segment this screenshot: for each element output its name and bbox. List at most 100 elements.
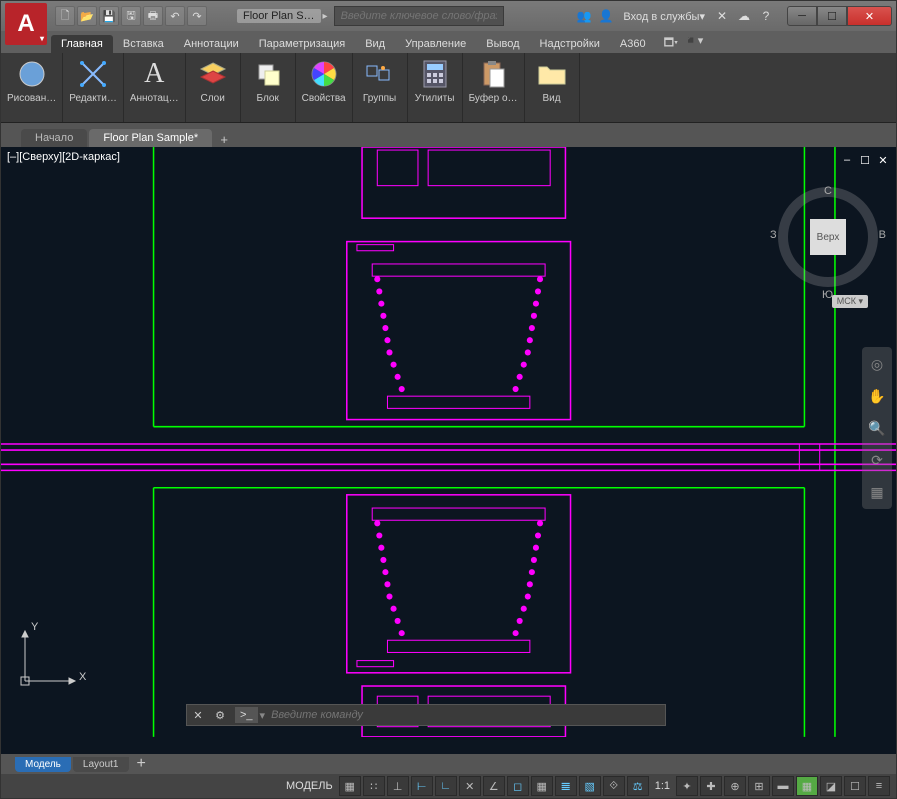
infer-constraints-toggle[interactable]: ⊥ <box>387 776 409 796</box>
qat-print-button[interactable]: 🖶 <box>143 6 163 26</box>
isolate-objects-button[interactable]: ◪ <box>820 776 842 796</box>
viewcube-west[interactable]: З <box>770 229 777 241</box>
panel-label: Блок <box>257 93 279 106</box>
viewcube-north[interactable]: С <box>824 185 832 197</box>
ribbon-tab-manage[interactable]: Управление <box>395 35 476 53</box>
cmdline-options-icon[interactable]: ⚙ <box>211 706 229 724</box>
qat-saveas-button[interactable]: 🖫 <box>121 6 141 26</box>
quick-properties-toggle[interactable]: ▬ <box>772 776 794 796</box>
help-search-input[interactable] <box>334 6 504 26</box>
signin-button[interactable]: Вход в службы▾ <box>619 10 709 23</box>
title-dropdown-icon[interactable]: ▸ <box>323 11 328 22</box>
viewcube-top-face[interactable]: Верх <box>810 219 846 255</box>
view-button[interactable] <box>531 55 573 93</box>
orbit-icon[interactable]: ⟳ <box>866 449 888 471</box>
selection-cycling-toggle[interactable]: ⟐ <box>603 776 625 796</box>
ribbon-minimize-icon[interactable]: ◾▾ <box>684 34 703 53</box>
modelspace-button[interactable]: МОДЕЛЬ <box>282 776 337 796</box>
ortho-toggle[interactable]: ∟ <box>435 776 457 796</box>
cmdline-close-icon[interactable]: ✕ <box>189 706 207 724</box>
pan-icon[interactable]: ✋ <box>866 385 888 407</box>
qat-new-button[interactable]: 🗋 <box>55 6 75 26</box>
workspace-switch-button[interactable]: ✚ <box>700 776 722 796</box>
file-tab-document[interactable]: Floor Plan Sample* <box>89 129 212 147</box>
ribbon-panel-cycle-icon[interactable]: 🗖▾ <box>664 34 679 53</box>
ribbon-tab-view[interactable]: Вид <box>355 35 395 53</box>
viewcube-east[interactable]: В <box>879 229 886 241</box>
dynamic-input-toggle[interactable]: ⊢ <box>411 776 433 796</box>
minimize-button[interactable]: ─ <box>787 6 817 26</box>
panel-clipboard: Буфер о… <box>463 53 525 122</box>
qat-redo-button[interactable]: ↷ <box>187 6 207 26</box>
qat-save-button[interactable]: 💾 <box>99 6 119 26</box>
viewcube[interactable]: Верх С Ю В З <box>778 187 878 287</box>
nav-wheel-icon[interactable]: ◎ <box>866 353 888 375</box>
modify-button[interactable] <box>72 55 114 93</box>
hardware-accel-toggle[interactable]: ▦ <box>796 776 818 796</box>
draw-button[interactable] <box>11 55 53 93</box>
properties-button[interactable] <box>303 55 345 93</box>
ribbon-tab-annotate[interactable]: Аннотации <box>174 35 249 53</box>
customize-statusbar-button[interactable]: ≡ <box>868 776 890 796</box>
lineweight-toggle[interactable]: 𝌆 <box>555 776 577 796</box>
infocenter-icon[interactable]: 👥 <box>575 7 593 25</box>
file-tab-add-button[interactable]: + <box>214 132 234 147</box>
layout-tab-model[interactable]: Модель <box>15 757 71 772</box>
maximize-button[interactable]: ☐ <box>817 6 847 26</box>
annotation-monitor-toggle[interactable]: ⊕ <box>724 776 746 796</box>
command-input[interactable] <box>265 709 665 721</box>
file-tab-strip: Начало Floor Plan Sample* + <box>1 123 896 147</box>
viewport-maximize-icon[interactable]: ☐ <box>858 153 872 167</box>
annotation-visibility-toggle[interactable]: ✦ <box>676 776 698 796</box>
viewport-label[interactable]: [–][Сверху][2D-каркас] <box>7 151 120 163</box>
file-tab-start[interactable]: Начало <box>21 129 87 147</box>
units-button[interactable]: ⊞ <box>748 776 770 796</box>
polar-toggle[interactable]: ✕ <box>459 776 481 796</box>
scale-button[interactable]: 1:1 <box>651 776 674 796</box>
clipboard-button[interactable] <box>472 55 514 93</box>
snap-toggle[interactable]: ∷ <box>363 776 385 796</box>
panel-modify: Редакти… <box>63 53 124 122</box>
isodraft-toggle[interactable]: ∠ <box>483 776 505 796</box>
ribbon-tab-home[interactable]: Главная <box>51 35 113 53</box>
viewport-close-icon[interactable]: ✕ <box>876 153 890 167</box>
osnap-toggle[interactable]: ◻ <box>507 776 529 796</box>
groups-button[interactable] <box>359 55 401 93</box>
qat-open-button[interactable]: 📂 <box>77 6 97 26</box>
command-line[interactable]: ✕ ⚙ >_ ▾ <box>186 704 666 726</box>
ribbon-tab-parametric[interactable]: Параметризация <box>249 35 355 53</box>
a360-icon[interactable]: ☁ <box>735 7 753 25</box>
drawing-canvas[interactable]: [–][Сверху][2D-каркас] – ☐ ✕ Верх С Ю В … <box>1 147 896 754</box>
ribbon-tab-a360[interactable]: A360 <box>610 35 656 53</box>
block-button[interactable] <box>247 55 289 93</box>
annoscale-button[interactable]: ⚖ <box>627 776 649 796</box>
ribbon-tab-addins[interactable]: Надстройки <box>530 35 610 53</box>
layers-button[interactable] <box>192 55 234 93</box>
signin-icon[interactable]: 👤 <box>597 7 615 25</box>
viewport-minimize-icon[interactable]: – <box>840 153 854 167</box>
transparency-toggle[interactable]: ▧ <box>579 776 601 796</box>
ribbon-tab-strip: Главная Вставка Аннотации Параметризация… <box>1 31 896 53</box>
showmotion-icon[interactable]: ▦ <box>866 481 888 503</box>
exchange-icon[interactable]: ✕ <box>713 7 731 25</box>
help-icon[interactable]: ? <box>757 7 775 25</box>
zoom-icon[interactable]: 🔍 <box>866 417 888 439</box>
wcs-badge[interactable]: МСК ▾ <box>832 295 868 308</box>
3dosnap-toggle[interactable]: ▦ <box>531 776 553 796</box>
utilities-button[interactable] <box>414 55 456 93</box>
grid-toggle[interactable]: ▦ <box>339 776 361 796</box>
close-button[interactable]: ✕ <box>847 6 892 26</box>
qat-undo-button[interactable]: ↶ <box>165 6 185 26</box>
app-menu-button[interactable]: A <box>5 3 47 45</box>
panel-layers: Слои <box>186 53 241 122</box>
ribbon-tab-insert[interactable]: Вставка <box>113 35 174 53</box>
ribbon-tab-output[interactable]: Вывод <box>476 35 529 53</box>
layout-tab-layout1[interactable]: Layout1 <box>73 757 129 772</box>
panel-draw: Рисован… <box>1 53 63 122</box>
clean-screen-toggle[interactable]: ☐ <box>844 776 866 796</box>
layout-add-button[interactable]: + <box>131 755 152 773</box>
document-title: Floor Plan S… <box>237 9 321 23</box>
ucs-icon[interactable]: X Y <box>15 621 85 694</box>
annotation-button[interactable]: A <box>133 55 175 93</box>
paste-icon <box>476 57 510 91</box>
